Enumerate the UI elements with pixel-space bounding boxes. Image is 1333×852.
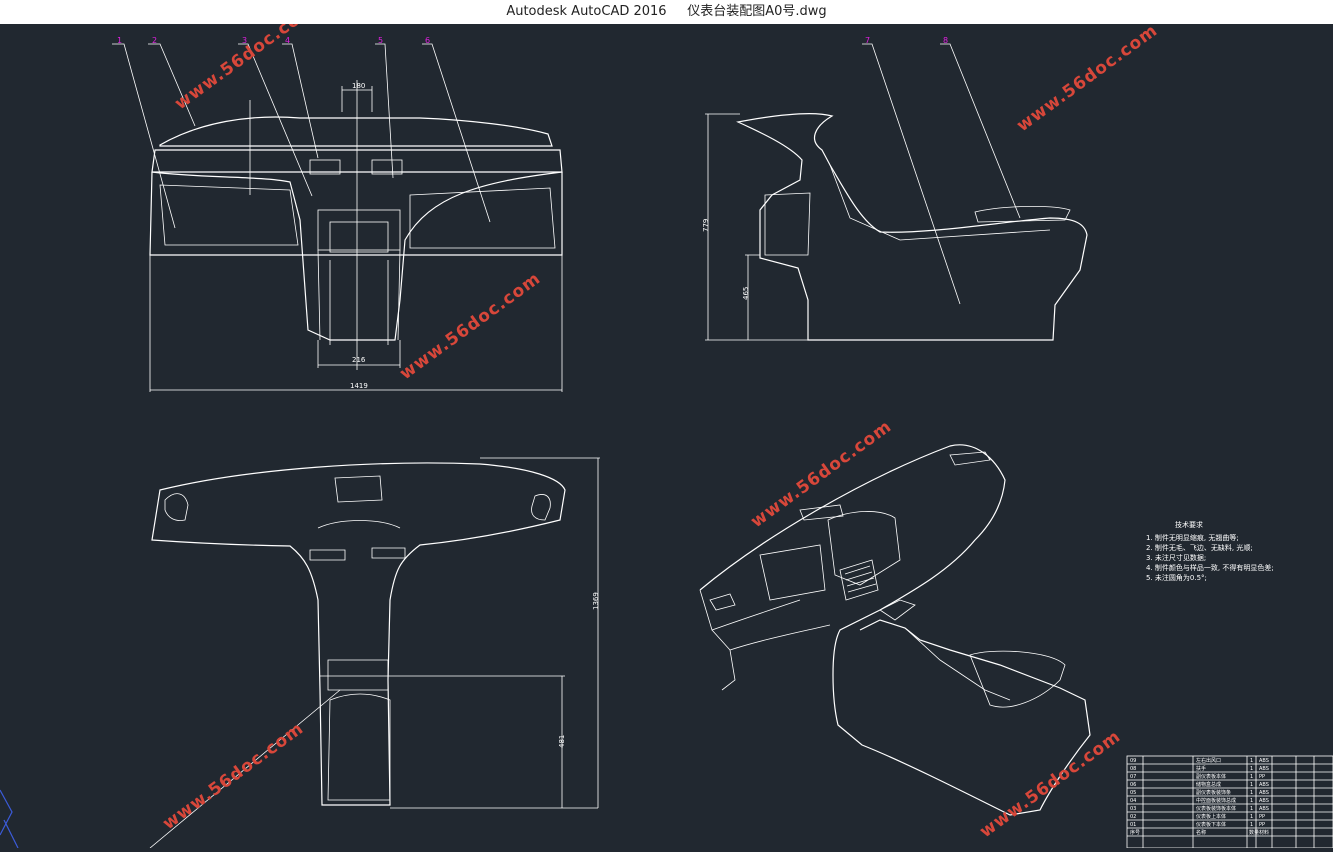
bom-header-name: 名称 xyxy=(1196,829,1206,836)
side-view[interactable]: 7 8 779 465 xyxy=(702,36,1088,341)
bom-name: 扶手 xyxy=(1196,765,1206,772)
bom-no: 03 xyxy=(1130,806,1136,812)
bom-qty: 1 xyxy=(1250,822,1253,828)
bom-row: 06 储物盒总成 1 ABS xyxy=(1130,781,1269,788)
document-title: 仪表台装配图A0号.dwg xyxy=(687,4,827,19)
drawing-svg: 1 2 3 4 5 6 180 216 1419 7 8 779 465 136… xyxy=(0,0,1333,849)
bom-mat: ABS xyxy=(1259,790,1269,796)
watermark: www.56doc.com xyxy=(396,269,544,385)
watermarks: www.56doc.com www.56doc.com www.56doc.co… xyxy=(159,0,1161,843)
watermark: www.56doc.com xyxy=(1013,24,1161,136)
bom-name: 中控面板装饰总成 xyxy=(1196,797,1236,804)
bom-mat: ABS xyxy=(1259,782,1269,788)
window-titlebar: Autodesk AutoCAD 2016 仪表台装配图A0号.dwg xyxy=(0,0,1333,24)
bom-row: 09 左右出风口 1 ABS xyxy=(1130,757,1269,764)
drawing-canvas[interactable]: 1 2 3 4 5 6 180 216 1419 7 8 779 465 136… xyxy=(0,0,1333,849)
balloon-2: 2 xyxy=(152,36,157,45)
watermark: www.56doc.com xyxy=(747,417,895,533)
bom-name: 仪表板下本体 xyxy=(1196,821,1226,828)
bom-header-qty: 数量 xyxy=(1249,829,1259,836)
bom-no: 04 xyxy=(1130,798,1136,804)
tech-note-2: 2. 制件无毛、飞边、无缺料, 光顺; xyxy=(1146,543,1253,552)
watermark: www.56doc.com xyxy=(159,719,307,835)
bom-qty: 1 xyxy=(1250,798,1253,804)
bom-row: 02 仪表板上本体 1 PP xyxy=(1130,813,1265,820)
bom-qty: 1 xyxy=(1250,782,1253,788)
bom-name: 仪表板上本体 xyxy=(1196,813,1226,820)
tech-note-3: 3. 未注尺寸见数据; xyxy=(1146,553,1206,562)
dim-plan-partial: 481 xyxy=(558,735,566,748)
bom-header-no: 序号 xyxy=(1130,829,1140,836)
bom-no: 06 xyxy=(1130,782,1136,788)
tech-notes-title: 技术要求 xyxy=(1175,520,1203,529)
ucs-icon xyxy=(0,789,19,849)
app-title: Autodesk AutoCAD 2016 xyxy=(506,4,667,19)
tech-note-4: 4. 制件颜色与样品一致, 不得有明显色差; xyxy=(1146,563,1274,572)
bom-qty: 1 xyxy=(1250,814,1253,820)
bom-name: 左右出风口 xyxy=(1196,757,1221,764)
bom-mat: ABS xyxy=(1259,806,1269,812)
bom-mat: PP xyxy=(1259,822,1265,828)
bom-row: 01 仪表板下本体 1 PP xyxy=(1130,821,1265,828)
bom-no: 02 xyxy=(1130,814,1136,820)
bom-row: 07 副仪表板本体 1 PP xyxy=(1130,773,1265,780)
bom-row: 04 中控面板装饰总成 1 ABS xyxy=(1130,797,1269,804)
dim-overall-width: 1419 xyxy=(350,382,368,390)
bom-row: 03 仪表板装饰板本体 1 ABS xyxy=(1130,805,1269,812)
bom-mat: PP xyxy=(1259,814,1265,820)
bom-no: 01 xyxy=(1130,822,1136,828)
bom-no: 09 xyxy=(1130,758,1136,764)
tech-note-1: 1. 制件无明显缩痕, 无翘曲等; xyxy=(1146,533,1239,542)
bom-mat: ABS xyxy=(1259,766,1269,772)
bom-name: 储物盒总成 xyxy=(1196,781,1221,788)
dim-top-width: 180 xyxy=(352,82,365,90)
bom-name: 副仪表板本体 xyxy=(1196,773,1226,780)
balloon-8: 8 xyxy=(943,36,948,45)
iso-view[interactable] xyxy=(699,444,1091,816)
balloon-5: 5 xyxy=(378,36,383,45)
balloon-1: 1 xyxy=(117,36,122,45)
tech-note-5: 5. 未注圆角为0.5°; xyxy=(1146,573,1207,582)
bom-mat: PP xyxy=(1259,774,1265,780)
bom-qty: 1 xyxy=(1250,790,1253,796)
bom-no: 05 xyxy=(1130,790,1136,796)
bom-qty: 1 xyxy=(1250,806,1253,812)
tech-notes: 技术要求 1. 制件无明显缩痕, 无翘曲等; 2. 制件无毛、飞边、无缺料, 光… xyxy=(1146,520,1274,582)
bom-qty: 1 xyxy=(1250,774,1253,780)
dim-side-lower: 465 xyxy=(742,287,750,300)
balloon-7: 7 xyxy=(865,36,870,45)
bom-qty: 1 xyxy=(1250,758,1253,764)
dim-plan-length: 1369 xyxy=(592,592,600,610)
front-view[interactable]: 1 2 3 4 5 6 180 216 1419 xyxy=(112,36,563,392)
bom-row: 05 副仪表板装饰条 1 ABS xyxy=(1130,789,1269,796)
bom-table[interactable]: 09 左右出风口 1 ABS 08 扶手 1 ABS 07 副仪表板本体 1 P… xyxy=(1126,755,1333,849)
bom-mat: ABS xyxy=(1259,798,1269,804)
bom-no: 07 xyxy=(1130,774,1136,780)
bom-header-mat: 材料 xyxy=(1259,829,1269,836)
bom-row: 08 扶手 1 ABS xyxy=(1130,765,1269,772)
watermark: www.56doc.com xyxy=(976,727,1124,843)
bom-name: 仪表板装饰板本体 xyxy=(1196,805,1236,812)
bom-header: 序号 名称 数量 材料 xyxy=(1130,829,1269,836)
bom-name: 副仪表板装饰条 xyxy=(1196,789,1231,796)
dim-bottom-inner: 216 xyxy=(352,356,366,364)
bom-no: 08 xyxy=(1130,766,1136,772)
bom-qty: 1 xyxy=(1250,766,1253,772)
bom-mat: ABS xyxy=(1259,758,1269,764)
balloon-6: 6 xyxy=(425,36,430,45)
dim-side-height: 779 xyxy=(702,219,710,232)
